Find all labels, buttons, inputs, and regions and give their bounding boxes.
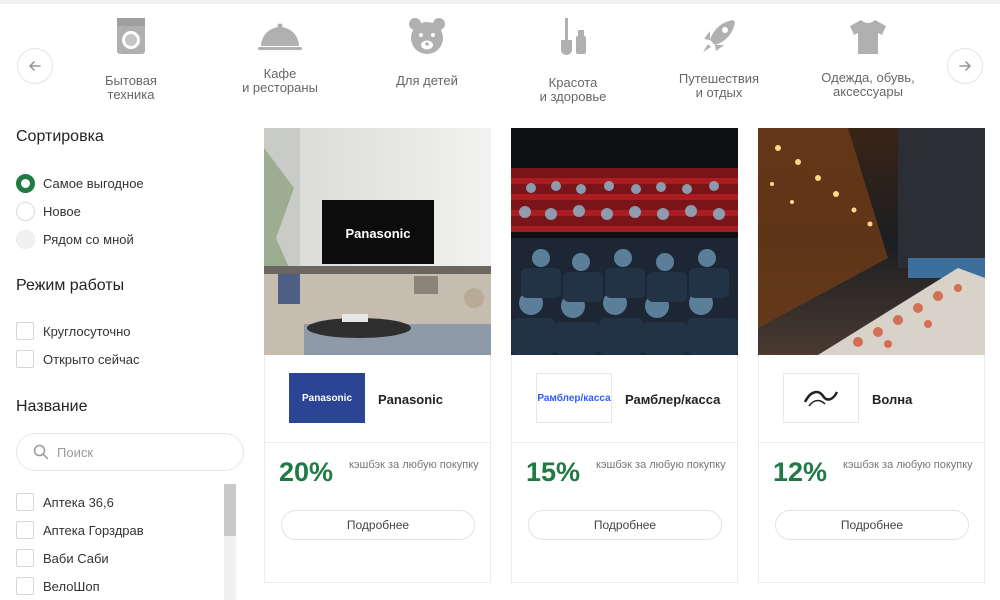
brand-logo: Panasonic — [289, 373, 365, 423]
checkbox[interactable] — [16, 521, 34, 539]
offer-photo-restaurant — [758, 128, 985, 355]
name-option[interactable]: Аптека 36,6 — [16, 493, 114, 511]
hours-title: Режим работы — [16, 277, 125, 294]
cashback-percent: 12% — [773, 457, 828, 487]
category-label: Для детей — [396, 73, 458, 88]
brand-name: Panasonic — [378, 392, 444, 407]
offer-card-volna[interactable]: Волна 12% кэшбэк за любую покупку Подроб… — [758, 128, 985, 583]
brand-row: Рамблер/касса Рамблер/касса — [512, 356, 737, 443]
category-label: Путешествия и отдых — [678, 71, 760, 100]
category-clothing[interactable]: Одежда, обувь, аксессуары — [793, 14, 943, 99]
category-kids[interactable]: Для детей — [352, 14, 502, 88]
hours-option-open-now[interactable]: Открыто сейчас — [16, 350, 139, 368]
category-appliances[interactable]: Бытовая техника — [56, 14, 206, 102]
cashback-description: кэшбэк за любую покупку — [596, 459, 726, 471]
sort-option-label: Самое выгодное — [43, 176, 144, 191]
brand-row: Panasonic Panasonic — [265, 356, 490, 443]
name-option-label: Ваби Саби — [43, 550, 109, 566]
details-button[interactable]: Подробнее — [775, 510, 969, 540]
cashback-description: кэшбэк за любую покупку — [349, 459, 479, 471]
name-title: Название — [16, 398, 88, 415]
category-beauty[interactable]: Красота и здоровье — [498, 14, 648, 104]
carousel-prev-button[interactable] — [17, 48, 53, 84]
cashback-percent: 15% — [526, 457, 581, 487]
sort-option-best[interactable]: Самое выгодное — [16, 174, 144, 193]
teddy-bear-icon — [409, 18, 445, 54]
checkbox[interactable] — [16, 549, 34, 567]
checkbox[interactable] — [16, 350, 34, 368]
chevron-right-icon — [959, 61, 971, 71]
checkbox[interactable] — [16, 493, 34, 511]
name-option-label: ВелоШоп — [43, 578, 100, 594]
offer-card-panasonic[interactable]: Panasonic Panasonic Panasonic 20% кэшбэк… — [264, 128, 491, 583]
brand-name: Рамблер/касса — [625, 392, 721, 407]
cashback-description: кэшбэк за любую покупку — [843, 459, 973, 471]
hours-option-label: Открыто сейчас — [43, 351, 140, 367]
category-label: Одежда, обувь, аксессуары — [821, 70, 915, 99]
name-option[interactable]: ВелоШоп — [16, 577, 100, 595]
brand-row: Волна — [759, 356, 984, 443]
sort-option-new[interactable]: Новое — [16, 202, 81, 221]
sort-title: Сортировка — [16, 128, 104, 145]
chevron-left-icon — [29, 61, 41, 71]
tshirt-icon — [850, 20, 886, 54]
checkbox[interactable] — [16, 577, 34, 595]
brand-logo-text: Panasonic — [301, 392, 353, 404]
carousel-next-button[interactable] — [947, 48, 983, 84]
wave-logo-icon — [803, 390, 839, 407]
name-option-label: Аптека 36,6 — [43, 494, 114, 510]
sort-option-nearby[interactable]: Рядом со мной — [16, 230, 134, 249]
filters-sidebar: Сортировка Самое выгодное Новое Рядом со… — [0, 120, 250, 600]
hours-option-label: Круглосуточно — [43, 323, 131, 339]
name-option-label: Аптека Горздрав — [43, 522, 144, 538]
sort-option-label: Новое — [43, 204, 81, 219]
cashback-percent: 20% — [279, 457, 334, 487]
category-cafes[interactable]: Кафе и рестораны — [205, 14, 355, 95]
tv-brand-text: Panasonic — [345, 226, 410, 241]
details-button[interactable]: Подробнее — [528, 510, 722, 540]
beauty-icon — [561, 18, 586, 56]
brand-logo — [783, 373, 859, 423]
search-input[interactable] — [57, 444, 227, 460]
category-travel[interactable]: Путешествия и отдых — [644, 14, 794, 100]
name-option[interactable]: Ваби Саби — [16, 549, 109, 567]
checkbox[interactable] — [16, 322, 34, 340]
brand-logo: Рамблер/касса — [536, 373, 612, 423]
cloche-icon — [258, 23, 302, 50]
details-button[interactable]: Подробнее — [281, 510, 475, 540]
category-label: Красота и здоровье — [539, 75, 607, 104]
radio-disabled[interactable] — [16, 230, 35, 249]
radio-unchecked[interactable] — [16, 202, 35, 221]
search-icon — [33, 444, 49, 460]
washing-machine-icon — [117, 18, 145, 54]
brand-logo-text: Рамблер/касса — [537, 392, 611, 404]
rocket-icon — [703, 20, 735, 52]
category-label: Бытовая техника — [105, 73, 157, 102]
sort-option-label: Рядом со мной — [43, 232, 134, 247]
name-search[interactable] — [16, 433, 244, 471]
category-carousel: Бытовая техника Кафе и рестораны Для дет… — [0, 0, 1000, 120]
names-scrollbar-thumb[interactable] — [224, 484, 236, 536]
category-label: Кафе и рестораны — [242, 66, 318, 95]
hours-option-24h[interactable]: Круглосуточно — [16, 322, 131, 340]
radio-checked[interactable] — [16, 174, 35, 193]
brand-name: Волна — [872, 392, 913, 407]
name-option[interactable]: Аптека Горздрав — [16, 521, 144, 539]
offer-photo-cinema — [511, 128, 738, 355]
offer-photo-living-room: Panasonic — [264, 128, 491, 355]
offer-card-rambler[interactable]: Рамблер/касса Рамблер/касса 15% кэшбэк з… — [511, 128, 738, 583]
